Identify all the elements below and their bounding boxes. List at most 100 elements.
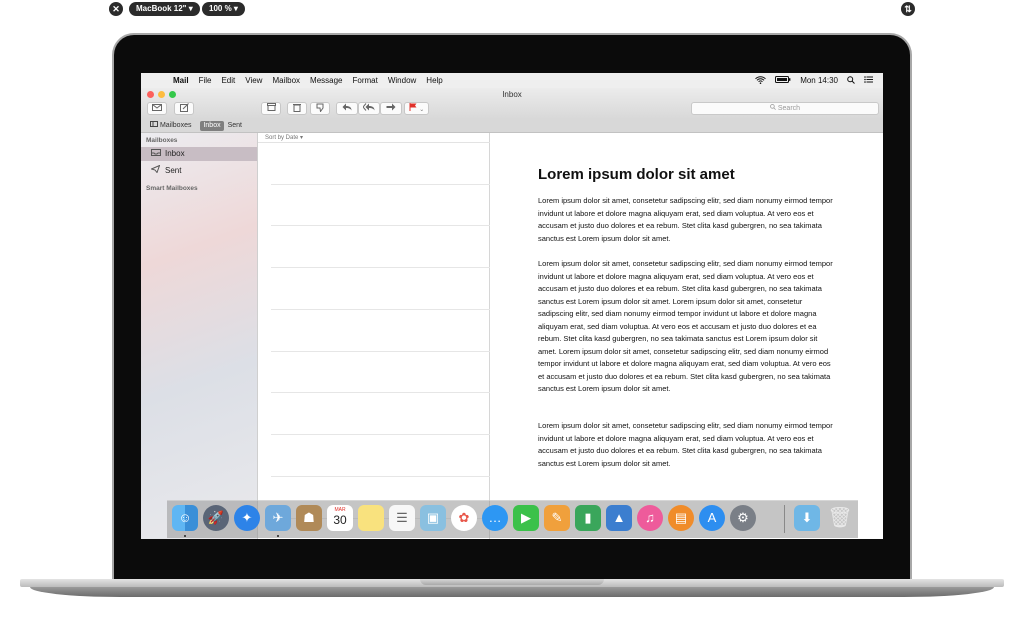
- compose-button[interactable]: [174, 102, 194, 115]
- compose-icon: [179, 103, 189, 114]
- menu-window[interactable]: Window: [388, 76, 416, 85]
- reply-all-button[interactable]: [358, 102, 380, 115]
- inbox-icon: [151, 147, 161, 161]
- keynote-icon[interactable]: ▲: [606, 505, 632, 531]
- favorites-bar: Mailboxes Inbox Sent: [141, 119, 883, 133]
- sidebar-header-mailboxes: Mailboxes: [146, 137, 178, 144]
- list-item[interactable]: [271, 226, 490, 268]
- list-item[interactable]: [271, 435, 490, 477]
- menu-help[interactable]: Help: [426, 76, 442, 85]
- envelope-icon: [152, 104, 162, 113]
- messages-icon[interactable]: …: [482, 505, 508, 531]
- list-item[interactable]: [271, 268, 490, 310]
- wifi-icon[interactable]: [755, 75, 767, 86]
- list-item[interactable]: [271, 393, 490, 435]
- thumbs-down-icon: [316, 103, 325, 114]
- sidebar-item-label: Inbox: [165, 149, 185, 158]
- contacts-icon[interactable]: ☗: [296, 505, 322, 531]
- menu-edit[interactable]: Edit: [221, 76, 235, 85]
- forward-icon: [386, 103, 396, 113]
- notes-icon[interactable]: [358, 505, 384, 531]
- sidebar-item-inbox[interactable]: Inbox: [141, 147, 257, 161]
- reply-all-icon: [362, 103, 375, 113]
- sidebar-header-smart-mailboxes: Smart Mailboxes: [146, 185, 198, 192]
- zoom-select[interactable]: 100 % ▾: [202, 2, 245, 16]
- spotlight-search-icon[interactable]: [847, 75, 855, 86]
- list-item[interactable]: [271, 310, 490, 352]
- screen: Mail File Edit View Mailbox Message Form…: [141, 73, 883, 539]
- mockup-viewer-bar: ✕ MacBook 12" ▾ 100 % ▾ ⇅: [0, 2, 1024, 18]
- window-toolbar: Inbox ⌄ Search: [141, 88, 883, 119]
- clock[interactable]: Mon 14:30: [800, 76, 838, 85]
- mailboxes-toggle[interactable]: Mailboxes: [147, 120, 194, 131]
- flag-button[interactable]: ⌄: [404, 102, 429, 115]
- calendar-icon[interactable]: MAR 30: [327, 505, 353, 531]
- search-icon: [770, 104, 778, 112]
- menu-format[interactable]: Format: [353, 76, 378, 85]
- laptop-notch: [420, 579, 604, 585]
- forward-button[interactable]: [380, 102, 402, 115]
- message-list: Sort by Date ▾: [258, 133, 490, 539]
- list-item[interactable]: [271, 143, 490, 185]
- mailboxes-label: Mailboxes: [159, 121, 192, 129]
- running-indicator: [277, 535, 279, 537]
- sort-by-date-button[interactable]: Sort by Date ▾: [258, 133, 490, 143]
- finder-icon[interactable]: ☺: [172, 505, 198, 531]
- facetime-icon[interactable]: ▶: [513, 505, 539, 531]
- chevron-down-icon: ⌄: [419, 107, 425, 113]
- system-preferences-icon[interactable]: ⚙: [730, 505, 756, 531]
- ibooks-icon[interactable]: ▤: [668, 505, 694, 531]
- message-paragraph: Lorem ipsum dolor sit amet, consetetur s…: [538, 196, 833, 243]
- running-indicator: [184, 535, 186, 537]
- flag-icon: [409, 103, 419, 113]
- preview-icon[interactable]: ▣: [420, 505, 446, 531]
- notification-center-icon[interactable]: [864, 76, 873, 85]
- message-paragraph: Lorem ipsum dolor sit amet, consetetur s…: [538, 259, 833, 394]
- downloads-folder-icon[interactable]: ⬇: [794, 505, 820, 531]
- sidebar-icon: [150, 120, 160, 129]
- search-placeholder: Search: [777, 105, 801, 112]
- paper-plane-icon: [150, 164, 161, 178]
- menu-mailbox[interactable]: Mailbox: [272, 76, 300, 85]
- trash-icon: [293, 104, 301, 114]
- archive-button[interactable]: [261, 102, 281, 115]
- reminders-icon[interactable]: ☰: [389, 505, 415, 531]
- favorite-sent[interactable]: Sent: [225, 121, 245, 131]
- dock-separator: [784, 505, 785, 533]
- junk-button[interactable]: [310, 102, 330, 115]
- menu-file[interactable]: File: [199, 76, 212, 85]
- menu-app-name[interactable]: Mail: [173, 76, 189, 85]
- reply-icon: [342, 103, 352, 113]
- device-select[interactable]: MacBook 12" ▾: [129, 2, 200, 16]
- delete-button[interactable]: [287, 102, 307, 115]
- menu-message[interactable]: Message: [310, 76, 342, 85]
- app-store-icon[interactable]: A: [699, 505, 725, 531]
- menu-view[interactable]: View: [245, 76, 262, 85]
- launchpad-icon[interactable]: 🚀: [203, 505, 229, 531]
- reply-button[interactable]: [336, 102, 358, 115]
- numbers-icon[interactable]: ▮: [575, 505, 601, 531]
- photos-icon[interactable]: ✿: [451, 505, 477, 531]
- sidebar: Mailboxes Inbox Sent Smart Mailboxes: [141, 133, 258, 539]
- search-field[interactable]: Search: [691, 102, 879, 115]
- trash-icon[interactable]: 🗑: [827, 505, 853, 531]
- window-title: Inbox: [502, 90, 522, 99]
- mail-icon[interactable]: ✈: [265, 505, 291, 531]
- rotate-icon[interactable]: ⇅: [901, 2, 915, 16]
- message-viewer: Lorem ipsum dolor sit amet Lorem ipsum d…: [491, 133, 883, 539]
- itunes-icon[interactable]: ♫: [637, 505, 663, 531]
- favorite-inbox[interactable]: Inbox: [200, 120, 224, 131]
- list-item[interactable]: [271, 352, 490, 393]
- archive-icon: [266, 103, 276, 113]
- calendar-day: 30: [333, 513, 347, 527]
- list-item[interactable]: [271, 185, 490, 226]
- safari-icon[interactable]: ✦: [234, 505, 260, 531]
- message-paragraph: Lorem ipsum dolor sit amet, consetetur s…: [538, 421, 833, 468]
- message-heading: Lorem ipsum dolor sit amet: [538, 166, 735, 183]
- get-mail-button[interactable]: [147, 102, 167, 115]
- sidebar-item-sent[interactable]: Sent: [141, 164, 257, 178]
- close-icon[interactable]: ✕: [109, 2, 123, 16]
- battery-icon[interactable]: [775, 76, 791, 85]
- pages-icon[interactable]: ✎: [544, 505, 570, 531]
- dock: ☺ 🚀 ✦ ✈ ☗ MAR 30 ☰ ▣ ✿ … ▶ ✎ ▮ ▲ ♫ ▤ A ⚙…: [167, 500, 858, 538]
